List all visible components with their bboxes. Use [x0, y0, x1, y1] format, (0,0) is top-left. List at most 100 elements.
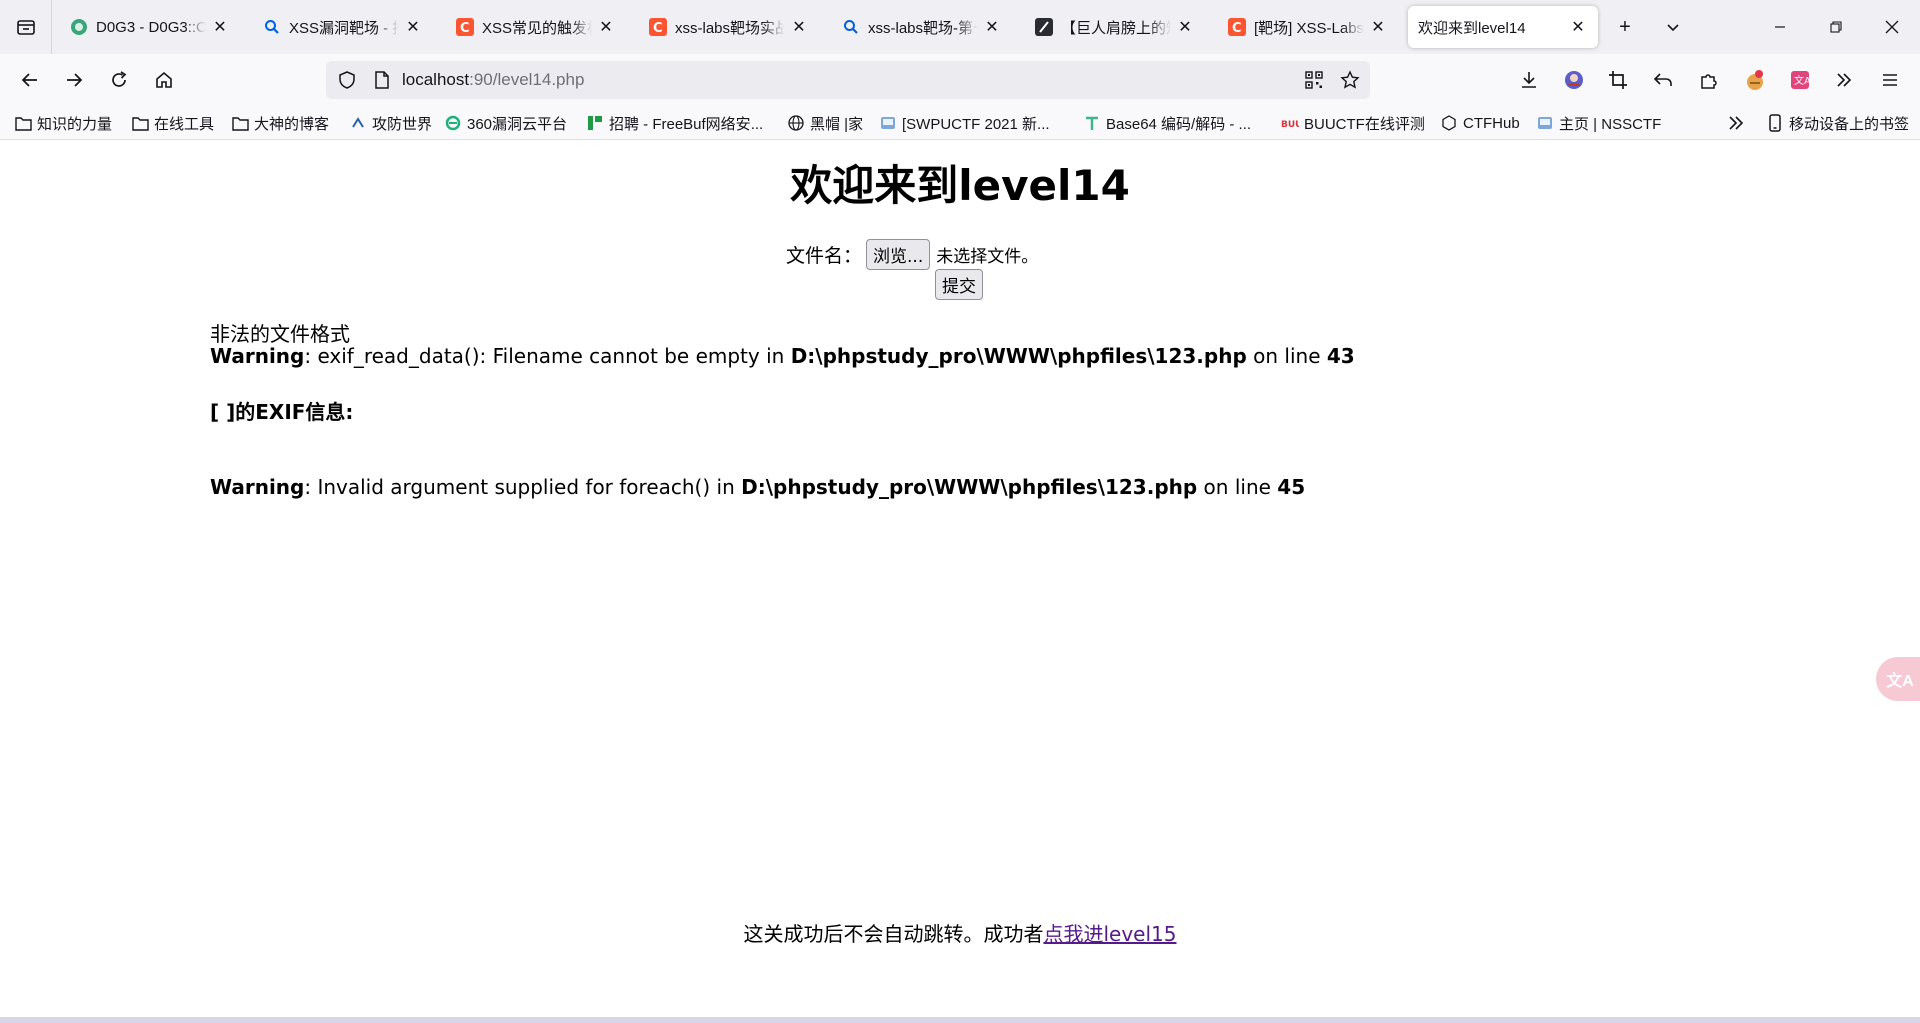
warning-text: : exif_read_data(): Filename cannot be e…	[304, 344, 791, 368]
browse-button[interactable]: 浏览...	[866, 239, 931, 270]
close-window-button[interactable]	[1864, 0, 1920, 54]
close-icon: ✕	[599, 19, 613, 36]
tab[interactable]: C [靶场] XSS-Labs ✕	[1218, 6, 1398, 48]
mobile-bookmarks-folder[interactable]: 移动设备上的书签	[1766, 111, 1909, 135]
bookmark-item[interactable]: 360漏洞云平台	[444, 111, 567, 135]
tab-close-button[interactable]: ✕	[1368, 17, 1388, 37]
bookmark-item[interactable]: 招聘 - FreeBuf网络安...	[586, 111, 763, 135]
warning-file-path: D:\phpstudy_pro\WWW\phpfiles\123.php	[741, 475, 1198, 499]
tab-close-button[interactable]: ✕	[1568, 17, 1588, 37]
tab-title: XSS漏洞靶场 - 搜	[289, 19, 399, 37]
warning-foreach: Warning: Invalid argument supplied for f…	[210, 475, 1305, 499]
page-content: 欢迎来到level14 文件名： 浏览... 未选择文件。 提交 非法的文件格式…	[0, 141, 1920, 1017]
plus-icon: +	[1619, 15, 1631, 38]
bookmark-item[interactable]: CTFHub	[1440, 111, 1520, 135]
svg-text:C: C	[460, 21, 470, 36]
tab[interactable]: 【巨人肩膀上的矮 ✕	[1025, 6, 1205, 48]
close-icon: ✕	[1571, 19, 1585, 36]
tab-active[interactable]: 欢迎来到level14 ✕	[1408, 6, 1598, 48]
restore-button[interactable]	[1808, 0, 1864, 54]
nss-icon	[1536, 114, 1554, 132]
double-chevron-right-icon	[1729, 116, 1744, 130]
fox-extension-icon	[1747, 70, 1763, 90]
tab-close-button[interactable]: ✕	[210, 17, 230, 37]
tab[interactable]: XSS漏洞靶场 - 搜 ✕	[253, 6, 433, 48]
freebuf-icon	[586, 114, 604, 132]
tab-close-button[interactable]: ✕	[1175, 17, 1195, 37]
close-icon: ✕	[213, 19, 227, 36]
forward-button[interactable]	[58, 64, 90, 96]
tab-close-button[interactable]: ✕	[982, 17, 1002, 37]
undo-close-button[interactable]	[1649, 66, 1677, 94]
puzzle-icon	[1701, 74, 1717, 89]
bookmark-item[interactable]: 攻防世界	[349, 111, 432, 135]
upload-form-row: 文件名： 浏览... 未选择文件。	[786, 239, 1038, 270]
bookmark-label: 在线工具	[154, 115, 215, 133]
bookmark-item[interactable]: BUU BUUCTF在线评测	[1281, 111, 1425, 135]
floating-translate-button[interactable]: 文A	[1876, 657, 1920, 701]
app-menu-button[interactable]	[1876, 66, 1904, 94]
page-info-icon[interactable]	[370, 68, 394, 92]
bookmark-item[interactable]: 黑帽 |家	[787, 111, 863, 135]
download-icon	[1522, 72, 1536, 88]
submit-button[interactable]: 提交	[935, 269, 983, 300]
window-bottom-border	[0, 1017, 1920, 1023]
tab-close-button[interactable]: ✕	[403, 17, 423, 37]
bookmark-label: 招聘 - FreeBuf网络安...	[609, 115, 764, 133]
tracking-protection-shield-icon[interactable]	[334, 67, 360, 93]
tab-overflow-button[interactable]	[1658, 12, 1688, 42]
illegal-format-message: 非法的文件格式	[210, 322, 350, 346]
undo-icon	[1653, 73, 1672, 86]
bookmark-item[interactable]: Base64 编码/解码 - ...	[1083, 111, 1251, 135]
arrow-right-icon	[67, 73, 83, 87]
tab[interactable]: Cxss-labs靶场实战 ✕	[639, 6, 819, 48]
extensions-button[interactable]	[1695, 66, 1723, 94]
minimize-button[interactable]	[1752, 0, 1808, 54]
more-tools-button[interactable]	[1830, 66, 1858, 94]
tab-close-button[interactable]: ✕	[596, 17, 616, 37]
next-level-link[interactable]: 点我进level15	[1043, 922, 1176, 946]
bookmarks-toolbar: 知识的力量 在线工具 大神的博客 攻防世界 360漏洞云平台 招聘 - FreeBuf网络…	[0, 106, 1920, 140]
list-all-tabs-button[interactable]	[0, 0, 52, 54]
tab[interactable]: xss-labs靶场-第十 ✕	[832, 6, 1012, 48]
warning-label: Warning	[210, 475, 305, 499]
globe-icon	[787, 114, 805, 132]
tab-title: xss-labs靶场-第十	[868, 19, 978, 37]
translate-extension-button[interactable]: 文A	[1786, 66, 1814, 94]
nss-icon	[879, 114, 897, 132]
warning-line-number: 43	[1326, 344, 1355, 368]
qr-code-icon[interactable]	[1302, 68, 1326, 92]
bookmark-item[interactable]: 主页 | NSSCTF	[1536, 111, 1661, 135]
tab[interactable]: D0G3 - D0G3::CT ✕	[60, 6, 240, 48]
bookmark-item[interactable]: 大神的博客	[231, 111, 329, 135]
csdn-icon: C	[456, 18, 474, 36]
bookmark-label: BUUCTF在线评测	[1304, 115, 1425, 133]
bookmark-label: [SWPUCTF 2021 新...	[902, 115, 1050, 133]
svg-text:C: C	[1232, 21, 1242, 36]
search-icon	[263, 18, 281, 36]
bookmark-item[interactable]: [SWPUCTF 2021 新...	[879, 111, 1050, 135]
bookmark-item[interactable]: 在线工具	[131, 111, 214, 135]
chevron-down-icon	[1667, 24, 1679, 32]
extension-avatar-button[interactable]	[1560, 66, 1588, 94]
new-tab-button[interactable]: +	[1610, 12, 1640, 42]
bookmark-label: Base64 编码/解码 - ...	[1106, 115, 1252, 133]
tab[interactable]: C XSS常见的触发标 ✕	[446, 6, 626, 48]
home-button[interactable]	[148, 64, 180, 96]
tab-list-icon	[16, 20, 35, 35]
url-text[interactable]: localhost:90/level14.php	[402, 70, 584, 90]
back-button[interactable]	[14, 64, 46, 96]
fox-extension-button[interactable]	[1741, 66, 1769, 94]
arrow-left-icon	[21, 73, 37, 87]
reload-button[interactable]	[103, 64, 135, 96]
downloads-button[interactable]	[1515, 66, 1543, 94]
bookmarks-overflow-button[interactable]	[1727, 111, 1745, 135]
bookmark-item[interactable]: 知识的力量	[14, 111, 112, 135]
screenshot-crop-button[interactable]	[1604, 66, 1632, 94]
hamburger-menu-icon	[1883, 74, 1897, 86]
url-bar[interactable]: localhost:90/level14.php	[326, 61, 1370, 99]
bookmark-star-icon[interactable]	[1338, 68, 1362, 92]
tab-close-button[interactable]: ✕	[789, 17, 809, 37]
double-chevron-right-icon	[1837, 73, 1852, 87]
close-icon: ✕	[985, 19, 999, 36]
